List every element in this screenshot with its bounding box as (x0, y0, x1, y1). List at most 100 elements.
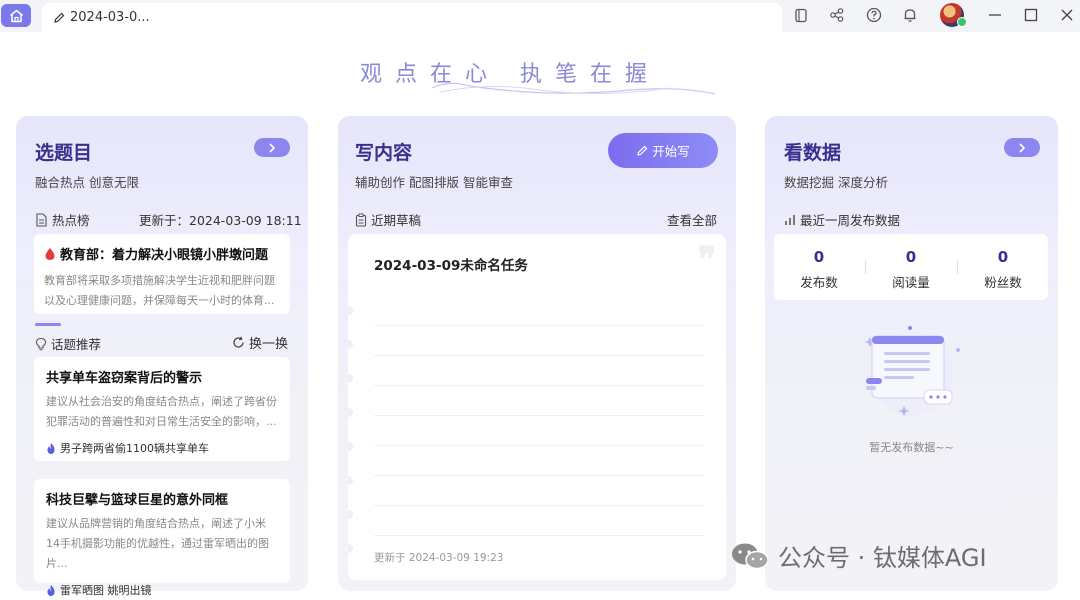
hot-item-title: 教育部：着力解决小眼镜小胖墩问题 (44, 244, 280, 263)
stat-label: 阅读量 (892, 275, 930, 290)
week-data-text: 最近一周发布数据 (800, 213, 901, 228)
document-tab[interactable]: 2024-03-0... (42, 3, 782, 32)
chevron-right-icon (269, 142, 276, 153)
draft-ruled-line (374, 355, 704, 356)
stat-value: 0 (905, 248, 917, 266)
topic-panel: 选题目 融合热点 创意无限 热点榜 更新于：2024-03-09 18:11 教… (16, 116, 308, 597)
chevron-right-icon (1019, 142, 1026, 153)
panel-subtitle: 数据挖掘 深度分析 (784, 175, 888, 190)
topic-title: 共享单车盗窃案背后的警示 (46, 371, 203, 386)
refresh-text: 换一换 (249, 337, 289, 352)
view-all-link[interactable]: 查看全部 (667, 210, 717, 229)
panel-title: 写内容 (355, 142, 413, 164)
hot-list-label: 热点榜 (35, 210, 90, 229)
title-bar: 2024-03-0... (0, 0, 1080, 32)
home-button[interactable] (1, 4, 31, 27)
paper-notch (348, 476, 353, 485)
close-icon[interactable] (1057, 5, 1077, 25)
topic-card-1[interactable]: 共享单车盗窃案背后的警示 建议从社会治安的角度结合热点，阐述了跨省份犯罪活动的普… (34, 357, 290, 461)
carousel-indicator[interactable] (35, 323, 61, 326)
quote-icon: ❞ (697, 240, 716, 280)
recommend-text: 话题推荐 (51, 337, 102, 352)
paper-notch (348, 510, 353, 519)
panel-subtitle: 融合热点 创意无限 (35, 175, 139, 190)
document-icon (36, 212, 47, 227)
start-writing-label: 开始写 (652, 144, 690, 159)
minimize-icon[interactable] (985, 5, 1005, 25)
flame-icon (47, 584, 55, 596)
flame-icon (47, 442, 55, 454)
draft-ruled-line (374, 385, 704, 386)
panel-subtitle: 辅助创作 配图排版 智能审查 (355, 175, 513, 190)
refresh-icon (233, 336, 244, 348)
topic-title: 科技巨擘与篮球巨星的意外同框 (46, 493, 229, 508)
empty-data-text: 暂无发布数据~~ (869, 441, 954, 454)
refresh-button[interactable]: 换一换 (232, 333, 288, 352)
topic-desc: 建议从社会治安的角度结合热点，阐述了跨省份犯罪活动的普遍性和对日常生活安全的影响… (46, 395, 277, 428)
paper-notch (348, 442, 353, 451)
draft-card[interactable]: ❞ 2024-03-09未命名任务 更新于 2024-03-09 19:23 (348, 234, 726, 580)
lightbulb-icon (35, 337, 47, 350)
maximize-icon[interactable] (1021, 5, 1041, 25)
week-data-label: 最近一周发布数据 (784, 210, 900, 229)
topic-tag-text: 雷军晒图 姚明出镜 (60, 584, 152, 597)
paper-notch (348, 374, 353, 383)
hot-drop-icon (45, 247, 55, 260)
clipboard-icon (355, 213, 367, 227)
panel-title: 看数据 (784, 142, 842, 164)
window-icon[interactable] (791, 5, 811, 25)
hot-item-desc: 教育部将采取多项措施解决学生近视和肥胖问题以及心理健康问题，并保障每天一小时的体… (44, 274, 275, 307)
tab-title: 2024-03-0... (70, 10, 150, 25)
stat-reads: 0 阅读量 (866, 248, 956, 291)
wechat-icon (732, 543, 769, 569)
bar-chart-icon (785, 214, 795, 225)
paper-notch (348, 544, 353, 553)
hot-item-card[interactable]: 教育部：着力解决小眼镜小胖墩问题 教育部将采取多项措施解决学生近视和肥胖问题以及… (34, 234, 290, 314)
stat-label: 粉丝数 (984, 275, 1022, 290)
paper-notch (348, 408, 353, 417)
pen-icon (637, 145, 648, 156)
topic-more-button[interactable] (254, 138, 290, 157)
paper-notch (348, 340, 353, 349)
draft-ruled-line (374, 505, 704, 506)
bell-icon[interactable] (900, 5, 920, 25)
draft-ruled-line (374, 415, 704, 416)
watermark-text: 公众号 · 钛媒体AGI (778, 544, 987, 572)
watermark: 公众号 · 钛媒体AGI (730, 538, 987, 573)
share-icon[interactable] (827, 5, 847, 25)
help-icon[interactable] (864, 5, 884, 25)
data-panel: 看数据 数据挖掘 深度分析 最近一周发布数据 0 发布数 0 阅读量 0 粉丝数 (765, 116, 1058, 591)
start-writing-button[interactable]: 开始写 (608, 133, 718, 168)
pen-icon (53, 12, 65, 24)
stats-card: 0 发布数 0 阅读量 0 粉丝数 (774, 234, 1048, 300)
write-panel: 写内容 开始写 辅助创作 配图排版 智能审查 近期草稿 查看全部 ❞ 2024-… (338, 116, 736, 591)
topic-tag-text: 男子跨两省偷1100辆共享单车 (60, 442, 209, 455)
draft-ruled-line (374, 325, 704, 326)
panel-title: 选题目 (35, 142, 93, 164)
hot-list-updated: 更新于：2024-03-09 18:11 (139, 213, 302, 228)
stat-value: 0 (997, 248, 1009, 266)
stat-label: 发布数 (800, 275, 838, 290)
topic-card-2[interactable]: 科技巨擘与篮球巨星的意外同框 建议从品牌营销的角度结合热点，阐述了小米14手机摄… (34, 479, 290, 597)
recent-drafts-text: 近期草稿 (371, 213, 422, 228)
recommend-label: 话题推荐 (35, 334, 101, 353)
draft-ruled-line (374, 535, 704, 536)
slogan-swoosh-decoration (431, 82, 716, 95)
stat-publish: 0 发布数 (774, 248, 864, 291)
online-status-dot (957, 17, 967, 27)
recent-drafts-label: 近期草稿 (355, 210, 421, 229)
topic-tag[interactable]: 男子跨两省偷1100辆共享单车 (46, 440, 278, 456)
topic-desc: 建议从品牌营销的角度结合热点，阐述了小米14手机摄影功能的优越性，通过雷军晒出的… (46, 517, 269, 570)
paper-notch (348, 306, 353, 315)
data-more-button[interactable] (1004, 138, 1040, 157)
empty-data-illustration (864, 326, 960, 416)
draft-ruled-line (374, 475, 704, 476)
home-icon (9, 9, 23, 22)
draft-updated: 更新于 2024-03-09 19:23 (374, 552, 504, 564)
stat-fans: 0 粉丝数 (958, 248, 1048, 291)
hot-item-title-text: 教育部：着力解决小眼镜小胖墩问题 (60, 248, 269, 263)
topic-tag[interactable]: 雷军晒图 姚明出镜 (46, 582, 278, 598)
hot-list-text: 热点榜 (52, 213, 90, 228)
stat-value: 0 (813, 248, 825, 266)
draft-ruled-line (374, 445, 704, 446)
